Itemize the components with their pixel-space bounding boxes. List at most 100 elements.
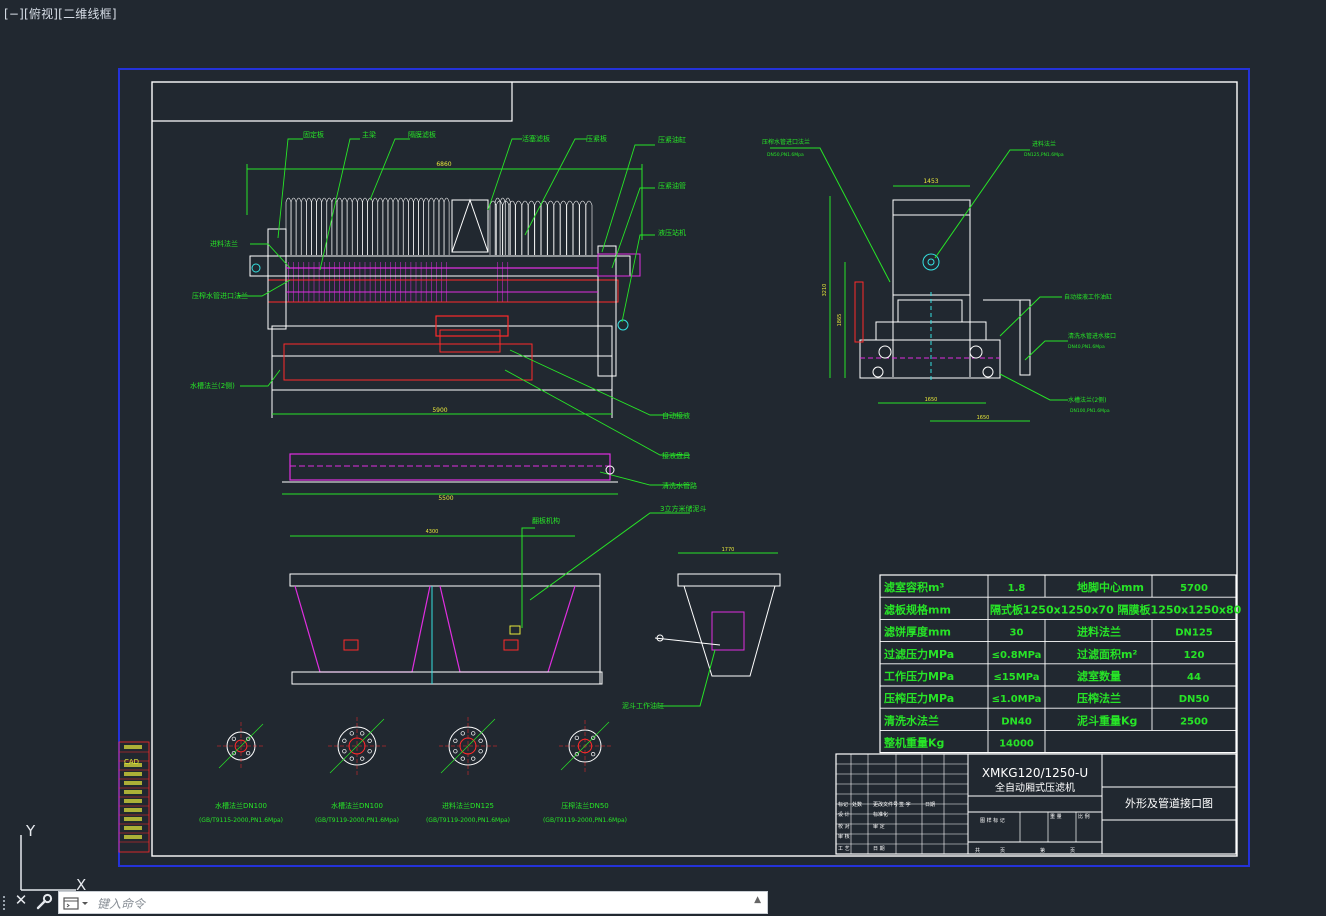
spec-value2-4: 44	[1187, 672, 1201, 683]
tb-name: 全自动厢式压滤机	[995, 781, 1075, 794]
spec-value-5: ≤1.0MPa	[992, 694, 1042, 705]
tb-cell-0: 标记	[838, 801, 848, 808]
flange-4: 压榨法兰DN50 (GB/T9119-2000,PN1.6Mpa)	[543, 720, 627, 824]
spec-value2-3: 120	[1184, 650, 1205, 661]
filter-plate-pack	[285, 197, 593, 302]
spec-value2-6: 2500	[1180, 716, 1208, 727]
tb-cell-2: 更改文件号	[873, 801, 898, 808]
spec-label-6: 清洗水法兰	[884, 713, 939, 727]
side-view: 1453 3210 1865 1650 1650	[770, 147, 1068, 422]
layer-legend: CAD	[118, 741, 150, 853]
callout-side-cylinder: 自动接液工作油缸	[1064, 293, 1112, 301]
callout-sludge-hopper: 3立方米储泥斗	[660, 504, 706, 513]
spec-table: 滤室容积m³ 1.8 地脚中心mm 5700 滤板规格mm 隔式板1250x1250x70…	[879, 574, 1242, 754]
spec-label-7: 整机重量Kg	[883, 736, 944, 750]
flange-std-3: (GB/T9119-2000,PN1.6Mpa)	[426, 817, 510, 824]
tb-cell-5: 设 计	[838, 811, 850, 818]
svg-text:DN100,PN1.6Mpa: DN100,PN1.6Mpa	[1070, 408, 1110, 414]
spec-value-7: 14000	[999, 739, 1034, 750]
spec-label2-4: 滤室数量	[1077, 669, 1121, 683]
spec-value2-0: 5700	[1180, 583, 1208, 594]
top-left-box	[152, 82, 513, 122]
tray-view: 5500	[282, 453, 618, 502]
front-view: 6860 5900	[246, 161, 643, 418]
spec-value-2: 30	[1010, 628, 1024, 639]
flange-std-1: (GB/T9115-2000,PN1.6Mpa)	[199, 817, 283, 824]
spec-value2-5: DN50	[1179, 694, 1210, 705]
callout-press-plate: 压紧板	[586, 134, 607, 143]
spec-value2-2: DN125	[1175, 628, 1213, 639]
tb-cell-10: 工 艺	[838, 846, 850, 852]
spec-label2-6: 泥斗重量Kg	[1077, 713, 1137, 727]
dim-hopper: 4300	[426, 529, 439, 535]
tb-cell-7: 校 对	[838, 823, 850, 830]
tb-cell-6: 标准化	[873, 811, 888, 818]
spec-value-6: DN40	[1001, 716, 1032, 727]
front-callout-labels: 固定板 主梁 隔膜滤板 活塞滤板 压紧板 压紧油缸 压紧油管 液压站机 进料法兰…	[190, 130, 697, 490]
wrench-icon[interactable]	[35, 893, 53, 911]
callout-fixed-plate: 固定板	[303, 130, 324, 139]
dim-hopper-side: 1770	[722, 547, 735, 553]
spec-value-1: 隔式板1250x1250x70 隔膜板1250x1250x80	[990, 602, 1242, 616]
flange-details: 水槽法兰DN100 (GB/T9115-2000,PN1.6Mpa) 水槽法兰DN1…	[199, 717, 627, 824]
callout-trough-flange: 水槽法兰(2侧)	[190, 381, 235, 390]
close-icon[interactable]: ✕	[13, 891, 29, 909]
spec-label-3: 过滤压力MPa	[884, 647, 954, 661]
side-callout-labels: 压榨水管进口法兰 DN50,PN1.6Mpa 进料法兰 DN125,PN1.6M…	[762, 138, 1116, 414]
tb-cell-16: 页	[1000, 848, 1005, 854]
dim-side-bottom1: 1650	[925, 397, 938, 403]
callout-cylinder: 压紧油缸	[658, 135, 686, 144]
spec-value-4: ≤15MPa	[993, 672, 1039, 683]
flange-title-1: 水槽法兰DN100	[215, 801, 267, 810]
callout-wash-pipe: 清洗水管路	[662, 481, 697, 490]
ucs-y-label: Y	[25, 822, 36, 840]
callout-feed-flange: 进料法兰	[210, 239, 238, 248]
callout-auto-drip: 自动接液	[662, 411, 690, 420]
callout-side-wash: 清洗水管进水接口	[1068, 332, 1116, 340]
spec-value-0: 1.8	[1008, 583, 1026, 594]
tb-cell-1: 处数	[852, 801, 862, 808]
callout-squeeze-inlet: 压榨水管进口法兰	[192, 291, 248, 300]
spec-label-2: 滤饼厚度mm	[884, 625, 951, 639]
spec-label-1: 滤板规格mm	[884, 602, 951, 616]
callout-side-feed: 进料法兰	[1032, 140, 1056, 148]
tb-cell-17: 第	[1040, 847, 1045, 854]
flange-3: 进料法兰DN125 (GB/T9119-2000,PN1.6Mpa)	[426, 717, 510, 824]
callout-side-trough: 水槽法兰(2侧)	[1068, 396, 1107, 404]
flange-std-4: (GB/T9119-2000,PN1.6Mpa)	[543, 817, 627, 824]
drawing-canvas[interactable]: 6860 5900 固定板 主梁 隔膜滤板 活塞滤板 压紧板 压紧油缸 压紧油管…	[0, 0, 1326, 916]
svg-text:DN40,PN1.6Mpa: DN40,PN1.6Mpa	[1068, 344, 1105, 350]
tb-cell-15: 共	[975, 847, 980, 854]
callout-oil-pipe: 压紧油管	[658, 181, 686, 190]
callout-hydraulic-station: 液压站机	[658, 228, 686, 237]
callout-piston-plate: 活塞滤板	[522, 134, 550, 143]
dim-side-bottom2: 1650	[977, 415, 990, 421]
tb-drawing-title: 外形及管道接口图	[1125, 796, 1213, 810]
tb-cell-14: 比 例	[1078, 813, 1090, 820]
command-prompt-icon[interactable]	[63, 896, 91, 911]
spec-label2-5: 压榨法兰	[1077, 691, 1121, 705]
svg-text:CAD: CAD	[124, 758, 139, 766]
tb-model: XMKG120/1250-U	[982, 766, 1088, 780]
tb-cell-12: 图 样 标 记	[980, 817, 1005, 824]
flange-2: 水槽法兰DN100 (GB/T9119-2000,PN1.6Mpa)	[315, 717, 399, 824]
command-input[interactable]	[95, 892, 739, 915]
front-callouts	[238, 138, 690, 486]
tb-cell-4: 日期	[925, 802, 935, 808]
callout-drip-tray: 接液盘具	[662, 451, 690, 460]
callout-flip-mechanism: 翻板机构	[532, 516, 560, 525]
callout-hopper-cylinder: 泥斗工作油缸	[622, 701, 664, 710]
dim-overall: 6860	[436, 161, 451, 168]
spec-label2-0: 地脚中心mm	[1077, 580, 1144, 594]
title-block: XMKG120/1250-U全自动厢式压滤机外形及管道接口图 标记 处数 更改文件号签…	[835, 753, 1237, 855]
flange-std-2: (GB/T9119-2000,PN1.6Mpa)	[315, 817, 399, 824]
spec-label2-2: 进料法兰	[1077, 625, 1121, 639]
command-line-grip[interactable]	[3, 894, 9, 912]
command-line[interactable]: ▲	[58, 891, 768, 915]
flange-title-4: 压榨法兰DN50	[561, 801, 609, 810]
dim-tray: 5500	[438, 495, 453, 502]
chevron-up-icon[interactable]: ▲	[754, 895, 761, 905]
spec-label2-3: 过滤面积m²	[1077, 647, 1137, 661]
callout-membrane-plate: 隔膜滤板	[408, 130, 436, 139]
tb-cell-9: 审 核	[838, 833, 850, 840]
